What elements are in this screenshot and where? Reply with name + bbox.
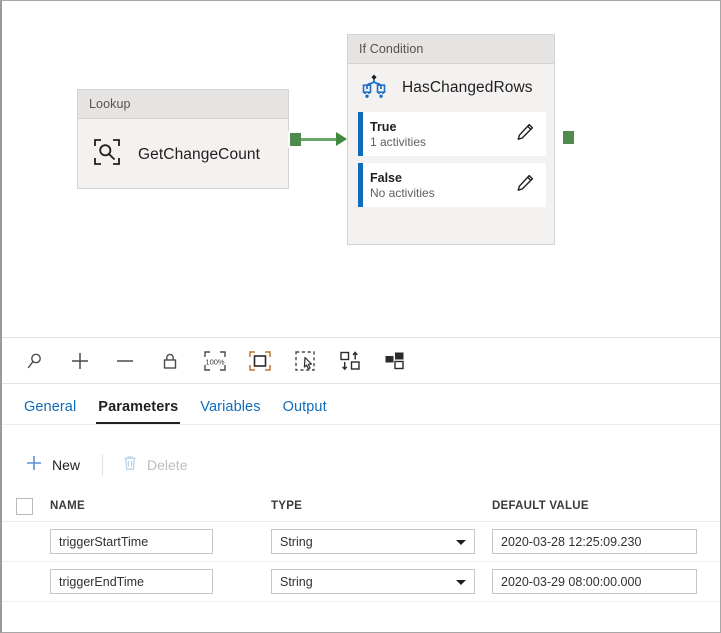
table-header-row: NAME TYPE DEFAULT VALUE: [2, 491, 721, 522]
branch-true[interactable]: True 1 activities: [358, 112, 546, 156]
zoom-to-fit-icon[interactable]: [237, 341, 282, 381]
row-name-cell: [50, 529, 271, 554]
lookup-magnifier-icon: [92, 137, 122, 172]
branch-activity-count: No activities: [370, 186, 435, 200]
row-default-value-cell: [492, 529, 721, 554]
zoom-percent-label: 100%: [205, 357, 225, 366]
properties-tabs: General Parameters Variables Output: [2, 384, 721, 425]
tab-variables[interactable]: Variables: [189, 399, 271, 424]
new-parameter-label: New: [52, 457, 80, 473]
new-parameter-button[interactable]: New: [16, 449, 88, 481]
if-condition-branch-icon: [360, 72, 388, 105]
tab-general[interactable]: General: [13, 399, 87, 424]
connector-line: [301, 138, 341, 141]
lock-icon[interactable]: [147, 341, 192, 381]
branch-label: True: [370, 120, 426, 134]
activity-name: GetChangeCount: [138, 146, 260, 164]
pencil-icon[interactable]: [514, 172, 536, 199]
zoom-100-percent-icon[interactable]: 100%: [192, 341, 237, 381]
row-type-cell: String: [271, 529, 492, 554]
row-default-value-cell: [492, 569, 721, 594]
parameter-name-input[interactable]: [50, 529, 213, 554]
row-name-cell: [50, 569, 271, 594]
column-header-default-value: DEFAULT VALUE: [492, 500, 721, 512]
canvas-toolbar: 100%: [2, 338, 721, 384]
group-shapes-icon[interactable]: [372, 341, 417, 381]
activity-type-label: Lookup: [78, 90, 288, 119]
branch-label: False: [370, 171, 435, 185]
command-separator: [102, 454, 103, 476]
activity-body: HasChangedRows: [348, 64, 554, 112]
connector-arrow-icon: [336, 132, 347, 146]
zoom-in-icon[interactable]: [57, 341, 102, 381]
delete-parameter-button[interactable]: Delete: [113, 449, 195, 481]
tab-parameters[interactable]: Parameters: [87, 399, 189, 424]
activity-body: GetChangeCount: [78, 119, 288, 190]
pipeline-canvas[interactable]: Lookup GetChangeCount: [2, 1, 721, 338]
parameter-default-value-input[interactable]: [492, 569, 697, 594]
trash-icon: [121, 454, 139, 477]
row-type-cell: String: [271, 569, 492, 594]
pencil-icon[interactable]: [514, 121, 536, 148]
parameter-default-value-input[interactable]: [492, 529, 697, 554]
if-condition-branches: True 1 activities False: [348, 112, 554, 207]
table-row: String: [2, 562, 721, 602]
parameter-type-select[interactable]: String: [271, 529, 475, 554]
branch-activity-count: 1 activities: [370, 135, 426, 149]
select-all-cell: [16, 498, 50, 515]
parameter-type-select[interactable]: String: [271, 569, 475, 594]
column-header-name: NAME: [50, 500, 271, 512]
activity-name: HasChangedRows: [402, 79, 533, 97]
if-condition-output-port[interactable]: [561, 129, 576, 146]
column-header-type: TYPE: [271, 500, 492, 512]
plus-icon: [24, 453, 44, 478]
zoom-search-icon[interactable]: [12, 341, 57, 381]
select-all-checkbox[interactable]: [16, 498, 33, 515]
zoom-out-icon[interactable]: [102, 341, 147, 381]
table-row: String: [2, 522, 721, 562]
delete-parameter-label: Delete: [147, 457, 187, 473]
tab-output[interactable]: Output: [272, 399, 338, 424]
parameter-name-input[interactable]: [50, 569, 213, 594]
activity-type-label: If Condition: [348, 35, 554, 64]
parameters-command-bar: New Delete: [2, 441, 721, 489]
branch-false[interactable]: False No activities: [358, 163, 546, 207]
marquee-select-icon[interactable]: [282, 341, 327, 381]
auto-align-icon[interactable]: [327, 341, 372, 381]
pipeline-editor: Lookup GetChangeCount: [0, 0, 721, 633]
activity-card-if-condition[interactable]: If Condition: [347, 34, 555, 245]
parameters-table: NAME TYPE DEFAULT VALUE String: [2, 491, 721, 602]
activity-card-lookup[interactable]: Lookup GetChangeCount: [77, 89, 289, 189]
